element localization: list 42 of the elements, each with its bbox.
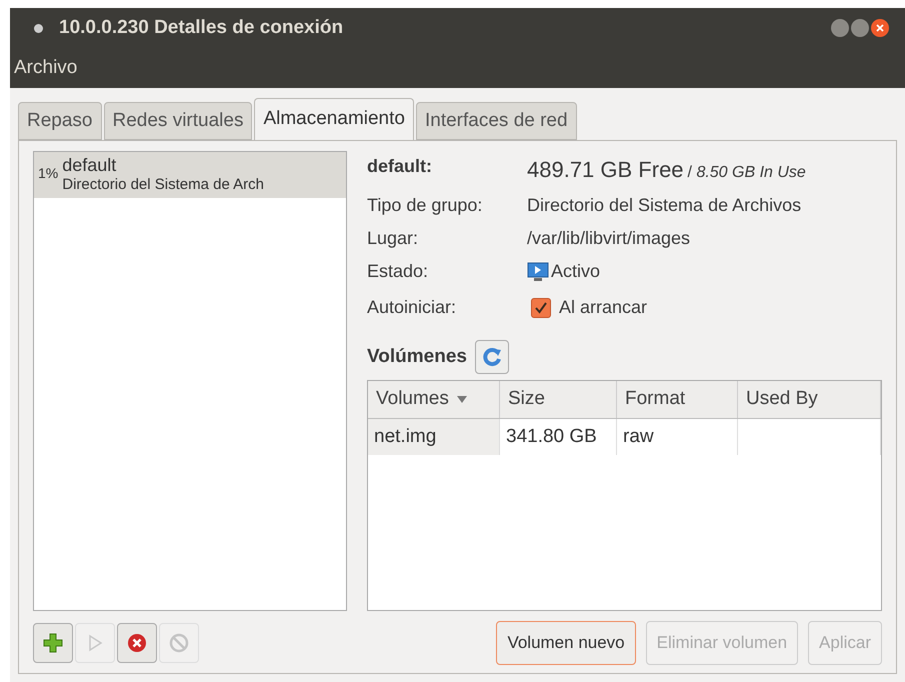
pool-name-label: default: xyxy=(367,155,433,178)
pool-row[interactable]: 1% default Directorio del Sistema de Arch xyxy=(34,152,346,198)
usage-label: 1% xyxy=(38,164,58,183)
monitor-icon xyxy=(527,262,549,282)
field-label: Autoiniciar: xyxy=(367,296,458,319)
autostart-checkbox[interactable]: Al arrancar xyxy=(531,291,648,324)
in-use: / 8.50 GB In Use xyxy=(688,163,806,183)
refresh-icon xyxy=(480,346,503,368)
column-header[interactable]: Format xyxy=(617,381,738,418)
tab[interactable]: Almacenamiento xyxy=(254,98,414,140)
close-icon xyxy=(127,633,147,653)
close-icon[interactable] xyxy=(871,19,889,37)
tab[interactable]: Redes virtuales xyxy=(104,102,252,140)
check-icon xyxy=(534,300,548,314)
free-space: 489.71 GB Free xyxy=(527,156,684,184)
plus-icon xyxy=(43,633,63,653)
sort-icon xyxy=(456,396,467,404)
table-cell: 341.80 GB xyxy=(500,419,617,455)
field-value: Directorio del Sistema de Archivos xyxy=(527,194,802,217)
stop-pool-button[interactable] xyxy=(117,623,157,663)
tab[interactable]: Repaso xyxy=(18,102,102,140)
column-header[interactable]: Used By xyxy=(738,381,881,418)
table-cell: raw xyxy=(617,419,738,455)
field-label: Lugar: xyxy=(367,227,420,250)
volumes-heading: Volúmenes xyxy=(367,344,467,369)
minimize-icon[interactable] xyxy=(831,19,849,37)
column-header[interactable]: Size xyxy=(500,381,617,418)
field-label: Estado: xyxy=(367,260,430,283)
prohibited-icon xyxy=(169,633,189,653)
field-value: /var/lib/libvirt/images xyxy=(527,227,692,250)
pool-type: Directorio del Sistema de Arch xyxy=(62,175,264,195)
add-pool-button[interactable] xyxy=(33,623,73,663)
refresh-button[interactable] xyxy=(474,340,509,374)
status-value: Activo xyxy=(551,260,600,283)
tab[interactable]: Interfaces de red xyxy=(416,102,577,140)
pool-name: default xyxy=(62,155,118,175)
column-header[interactable]: Volumes xyxy=(368,381,500,418)
window-title: 10.0.0.230 Detalles de conexión xyxy=(59,16,344,40)
field-label: Tipo de grupo: xyxy=(367,194,484,217)
menu-item[interactable]: Archivo xyxy=(14,54,78,82)
action-button[interactable]: Volumen nuevo xyxy=(496,621,636,665)
table-cell: net.img xyxy=(368,419,500,455)
